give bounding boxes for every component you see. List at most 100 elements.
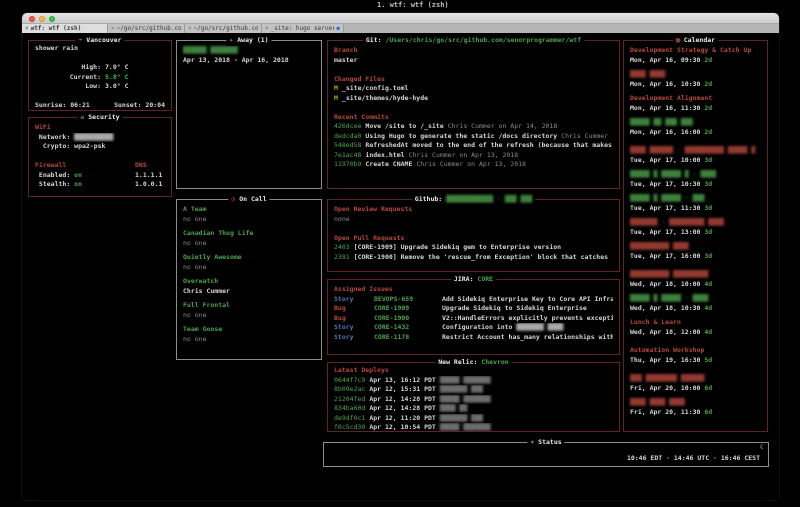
zoom-button[interactable] [49,16,55,22]
tab-hugo-server[interactable]: × _site: hugo server (zsh) ● [262,24,344,33]
event-title: Development Strategy & Catch Up [630,46,761,56]
team-name: Quietly Awesome [183,253,315,263]
issue-type: Bug [334,304,374,314]
calendar-event: ████ ██████ - ██████████ █████ █ Tue, Ap… [630,146,761,165]
issue-type: Bug [334,314,374,324]
weather-high-label: High: [35,63,101,73]
pr-title: [CORE-1909] Upgrade Sidekiq gem to Enter… [354,243,561,251]
firewall-header: Firewall [35,161,135,171]
tab-senor-1[interactable]: × ~/go/src/github.com/senor... [108,24,185,33]
oncall-icon: ◷ [231,195,235,203]
calendar-event: █████ █ █████ - ████ Wed, Apr 18, 10:30 … [630,294,761,313]
deploy-by-redacted: ███████ ███ [440,414,483,422]
event-countdown: 5d [704,356,712,364]
issue-type: Story [334,333,374,343]
deploy-hash: 8b09e2ac [334,385,365,393]
calendar-widget: ▦ Calendar Development Strategy & Catch … [623,40,768,432]
event-title-redacted: ████ ████ ████ [630,398,761,408]
oncall-team: Quietly Awesome no one [183,253,315,272]
commit-meta: Chris Cummer on Apr 13, 2018 [409,151,519,159]
calendar-event: Development Alignment Mon, Apr 16, 11:30… [630,94,761,113]
event-countdown: 4d [704,280,712,288]
away-dates: Apr 13, 2018 - Apr 16, 2018 [183,56,315,66]
team-name: Overwatch [183,277,315,287]
close-button[interactable] [29,16,35,22]
deploy-hash: 834ba60d [334,404,365,412]
event-title: Automation Workshop [630,346,761,356]
issue-title: Configuration into [442,323,516,331]
changed-file-row: M_site/config.toml [334,84,613,94]
newrelic-app: Chevron [481,358,508,366]
file-flag: M [334,84,338,92]
crypto-value: wpa2-psk [74,142,105,150]
terminal-content: ☂ Vancouver shower rain High:7.0° C Curr… [22,33,779,500]
github-repo-redacted: ████████████ - ███ ███ [446,195,532,203]
tab-close-icon[interactable]: × [25,25,29,33]
event-countdown: 3d [704,156,712,164]
event-title-redacted: ██████████ ████ [630,242,761,252]
crypto-label: Crypto: [43,142,70,150]
commit-hash: 11970b9 [334,160,361,168]
issue-key: CORE-1900 [374,314,442,324]
commit-row: 426dceeMove /site to /_siteChris Cummer … [334,122,613,132]
issue-row: BugCORE-1900V2::HandleErrors explicitly … [334,314,613,324]
event-title-redacted: ████ ██████ - ██████████ █████ █ [630,146,761,156]
oncall-team: Overwatch Chris Cummer [183,277,315,296]
team-name: Full Frontal [183,301,315,311]
titlebar[interactable] [22,13,779,24]
status-icon: ✶ [530,438,534,446]
minimize-button[interactable] [39,16,45,22]
tab-wtf[interactable]: × wtf: wtf (zsh) [22,24,108,33]
event-countdown: 2d [704,128,712,136]
tab-close-icon[interactable]: × [188,25,192,33]
team-person: Chris Cummer [183,287,315,297]
review-requests-empty: none [334,215,613,225]
weather-low-label: Low: [35,82,101,92]
calendar-icon: ▦ [676,36,680,44]
wifi-header: WiFi [35,123,165,133]
traffic-lights [29,16,55,22]
tab-close-icon[interactable]: × [265,25,269,33]
issue-row: StoryCORE-1432Configuration into ███████… [334,323,613,333]
deploy-when: Apr 12, 10:54 PDT [369,423,436,431]
commit-message: RefreshedAt moved to the end of the refr… [365,141,612,149]
issue-row: StoryDEVOPS-659Add Sidekiq Enterprise Ke… [334,295,613,305]
oncall-team: Team Goose no one [183,325,315,344]
deploy-when: Apr 12, 14:28 PDT [369,395,436,403]
event-countdown: 3d [704,252,712,260]
issue-type: Story [334,295,374,305]
branch-name: master [334,56,613,66]
changed-file-row: M_site/themes/hyde-hyde [334,94,613,104]
commit-message: index.html [365,151,404,159]
git-repo-path: /Users/chris/go/src/github.com/senorprog… [385,36,581,44]
team-person: no one [183,335,315,345]
sunrise-label: Sunrise: [35,101,66,109]
event-date: Tue, Apr 17, 11:30 [630,204,700,212]
file-flag: M [334,94,338,102]
team-person: no one [183,311,315,321]
tab-senor-2[interactable]: × ~/go/src/github.com/senor... [185,24,262,33]
recent-commits-header: Recent Commits [334,113,613,123]
calendar-event: █████ █ █████ █ - ████ Tue, Apr 17, 10:3… [630,170,761,189]
sunrise-value: 06:21 [70,101,90,109]
tab-label: wtf: wtf (zsh) [31,25,82,33]
event-countdown: 2d [704,80,712,88]
event-title-redacted: █████ █ █████ - ████ [630,294,761,304]
tab-close-icon[interactable]: × [111,25,115,33]
calendar-event: █████ ██ ███ ███ Mon, Apr 16, 16:00 2d [630,118,761,137]
event-date: Tue, Apr 17, 16:00 [630,252,700,260]
deploy-when: Apr 13, 16:12 PDT [369,376,436,384]
tab-bar-empty [344,24,779,33]
firewall-enabled-label: Enabled: [39,171,70,179]
commit-message: Move /site to /_site [365,122,443,130]
event-title-redacted: █████ █ █████ █ - ████ [630,170,761,180]
pr-title: [CORE-1900] Remove the 'rescue_from Exce… [354,253,608,261]
event-date: Tue, Apr 17, 13:00 [630,228,700,236]
event-title-redacted: ████ ████ [630,70,761,80]
newrelic-widget: New Relic: Chevron Latest Deploys 0644f7… [327,362,620,432]
world-clocks: 10:46 EDT · 14:46 UTC · 16:46 CEST [627,454,760,464]
deploy-by-redacted: █████ ███████ [440,376,491,384]
status-title: Status [538,438,561,446]
issue-row: StoryCORE-1178Restrict Account has_many … [334,333,613,343]
deploy-when: Apr 12, 15:31 PDT [369,385,436,393]
